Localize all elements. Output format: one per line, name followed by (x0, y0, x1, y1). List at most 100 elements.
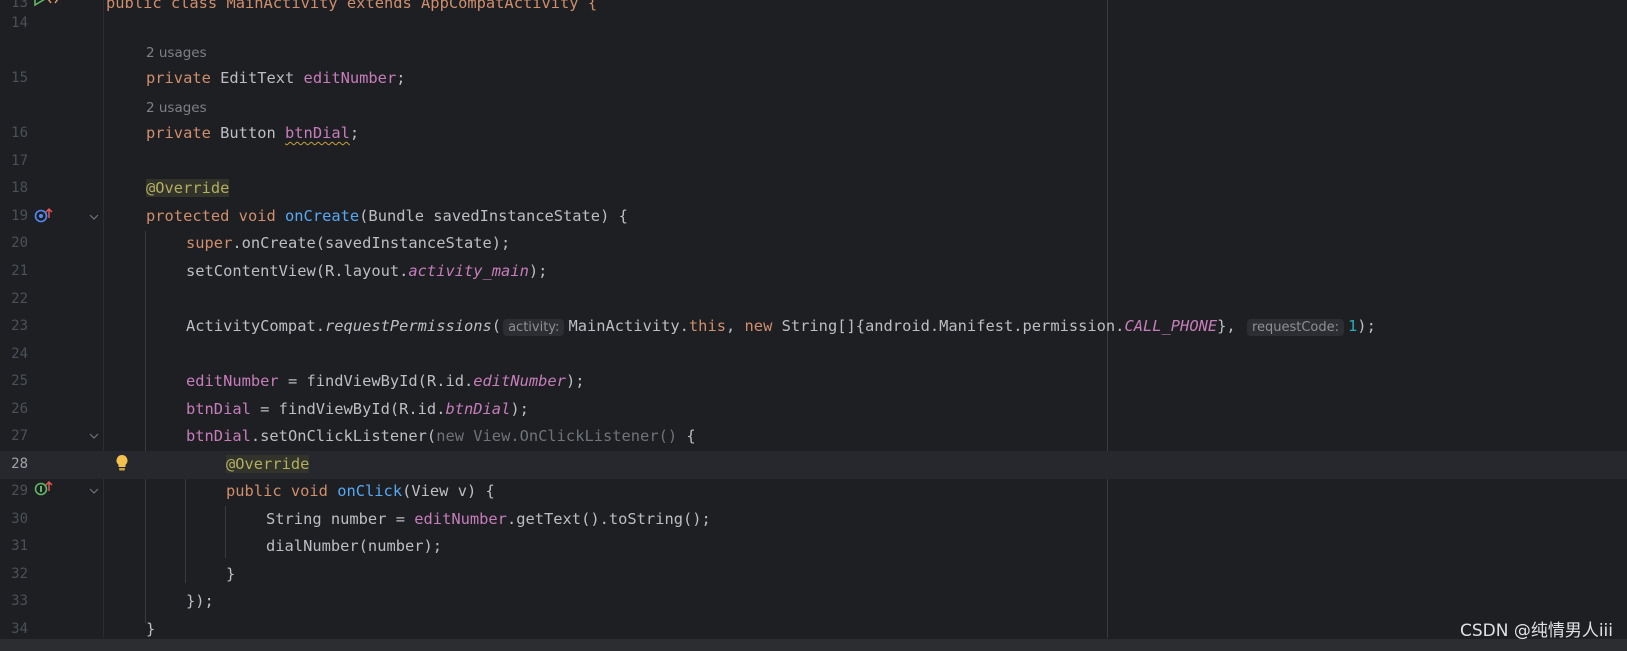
code-line[interactable]: 32} (0, 561, 1627, 589)
code-token: onCreate (285, 207, 360, 225)
line-number[interactable]: 19 (0, 203, 28, 231)
code-token: ); (1357, 317, 1376, 335)
code-text: ActivityCompat.requestPermissions(activi… (186, 313, 1376, 342)
code-line[interactable]: 14 (0, 10, 1627, 38)
code-token: editNumber (186, 372, 279, 390)
code-text: private EditText editNumber; (146, 65, 406, 93)
line-number[interactable]: 29 (0, 478, 28, 506)
code-line[interactable]: 30 String number = editNumber.getText().t… (0, 506, 1627, 534)
line-number[interactable]: 22 (0, 286, 28, 314)
line-number[interactable]: 27 (0, 423, 28, 451)
code-token: public (226, 482, 291, 500)
line-number[interactable]: 16 (0, 120, 28, 148)
line-number[interactable]: 28 (0, 451, 28, 479)
code-text: btnDial = findViewById(R.id.btnDial); (186, 396, 529, 424)
line-number[interactable]: 34 (0, 616, 28, 638)
usages-hint[interactable]: 2 usages (146, 40, 207, 68)
code-line[interactable]: 27 btnDial.setOnClickListener(new View.On… (0, 423, 1627, 451)
code-token: private (146, 69, 221, 87)
line-number[interactable]: 20 (0, 230, 28, 258)
code-token: activity_main (408, 262, 529, 280)
code-token: onClick (337, 482, 403, 500)
code-line[interactable]: 28 @Override (0, 451, 1627, 479)
code-token: ( (491, 317, 502, 335)
code-token: new (744, 317, 782, 335)
code-token: void (238, 207, 286, 225)
code-text: private Button btnDial; (146, 120, 359, 148)
code-line[interactable]: 20 super.onCreate(savedInstanceState); (0, 230, 1627, 258)
line-number[interactable]: 32 (0, 561, 28, 589)
line-number[interactable]: 17 (0, 148, 28, 176)
code-text: String number = editNumber.getText().toS… (266, 506, 711, 534)
code-line[interactable]: 26 btnDial = findViewById(R.id.btnDial); (0, 396, 1627, 424)
code-text: public void onClick(View v) { (226, 478, 495, 506)
code-line[interactable]: 29 public void onClick(View v) { (0, 478, 1627, 506)
line-number[interactable]: 26 (0, 396, 28, 424)
code-text: btnDial.setOnClickListener(new View.OnCl… (186, 423, 696, 451)
code-token: } (146, 620, 156, 638)
usages-hint[interactable]: 2 usages (146, 95, 207, 123)
override-method-icon[interactable] (34, 207, 54, 223)
code-token: btnDial (445, 400, 511, 418)
code-line[interactable]: 24 (0, 341, 1627, 369)
line-number[interactable]: 23 (0, 313, 28, 341)
chevron-down-icon[interactable] (89, 486, 99, 496)
code-token: ; (396, 69, 406, 87)
code-token: editNumber (303, 69, 397, 87)
code-text: editNumber = findViewById(R.id.editNumbe… (186, 368, 584, 396)
code-token: editNumber (473, 372, 566, 390)
code-token: setContentView(R.layout. (186, 262, 409, 280)
code-token: @Override (146, 179, 230, 197)
code-token: new View.OnClickListener() (436, 427, 678, 445)
code-token: }, (1217, 317, 1245, 335)
line-number[interactable]: 21 (0, 258, 28, 286)
code-token: btnDial (285, 124, 350, 142)
code-token: .onCreate(savedInstanceState); (232, 234, 511, 252)
code-token: ; (349, 124, 360, 142)
code-line[interactable]: 33}); (0, 588, 1627, 616)
line-number[interactable]: 18 (0, 175, 28, 203)
code-token: , (725, 317, 745, 335)
code-token: dialNumber(number); (266, 537, 443, 555)
code-token: }); (186, 592, 214, 610)
code-line[interactable]: 15 private EditText editNumber; (0, 65, 1627, 93)
chevron-down-icon[interactable] (89, 212, 99, 222)
code-token: void (290, 482, 338, 500)
code-line[interactable]: 19 protected void onCreate(Bundle savedIn… (0, 203, 1627, 231)
code-token: editNumber (414, 510, 507, 528)
code-token: btnDial (186, 427, 251, 445)
line-number[interactable]: 33 (0, 588, 28, 616)
chevron-down-icon[interactable] (89, 431, 99, 441)
code-token: } (226, 565, 236, 583)
code-line[interactable]: 25 editNumber = findViewById(R.id.editNum… (0, 368, 1627, 396)
line-number[interactable]: 31 (0, 533, 28, 561)
code-token: (Bundle savedInstanceState) { (359, 207, 628, 225)
code-line[interactable]: 21 setContentView(R.layout.activity_main)… (0, 258, 1627, 286)
code-token: MainActivity. (568, 317, 689, 335)
code-text: dialNumber(number); (266, 533, 442, 561)
code-line[interactable]: 16 private Button btnDial; (0, 120, 1627, 148)
run-icon[interactable] (33, 0, 63, 7)
code-line[interactable]: 31 dialNumber(number); (0, 533, 1627, 561)
status-bar (0, 638, 1627, 651)
code-text: }); (186, 588, 214, 616)
code-token: EditText (220, 69, 304, 87)
parameter-hint: activity: (503, 319, 565, 336)
code-line[interactable]: 23 ActivityCompat.requestPermissions(acti… (0, 313, 1627, 341)
implement-method-icon[interactable] (34, 480, 54, 496)
line-number[interactable]: 14 (0, 10, 28, 38)
code-token: protected (146, 207, 239, 225)
line-number[interactable]: 25 (0, 368, 28, 396)
line-number[interactable]: 15 (0, 65, 28, 93)
line-number[interactable]: 24 (0, 341, 28, 369)
line-number[interactable]: 30 (0, 506, 28, 534)
code-editor[interactable]: 13 public class MainActivity extends AppC… (0, 0, 1627, 638)
code-line[interactable]: 34} (0, 616, 1627, 638)
code-line[interactable]: 22 (0, 286, 1627, 314)
code-line[interactable]: 17 (0, 148, 1627, 176)
parameter-hint: requestCode: (1246, 319, 1345, 336)
lightbulb-icon[interactable] (115, 454, 129, 472)
code-token: this (688, 317, 726, 335)
code-line[interactable]: 18 @Override (0, 175, 1627, 203)
code-token: = findViewById(R.id. (278, 372, 474, 390)
